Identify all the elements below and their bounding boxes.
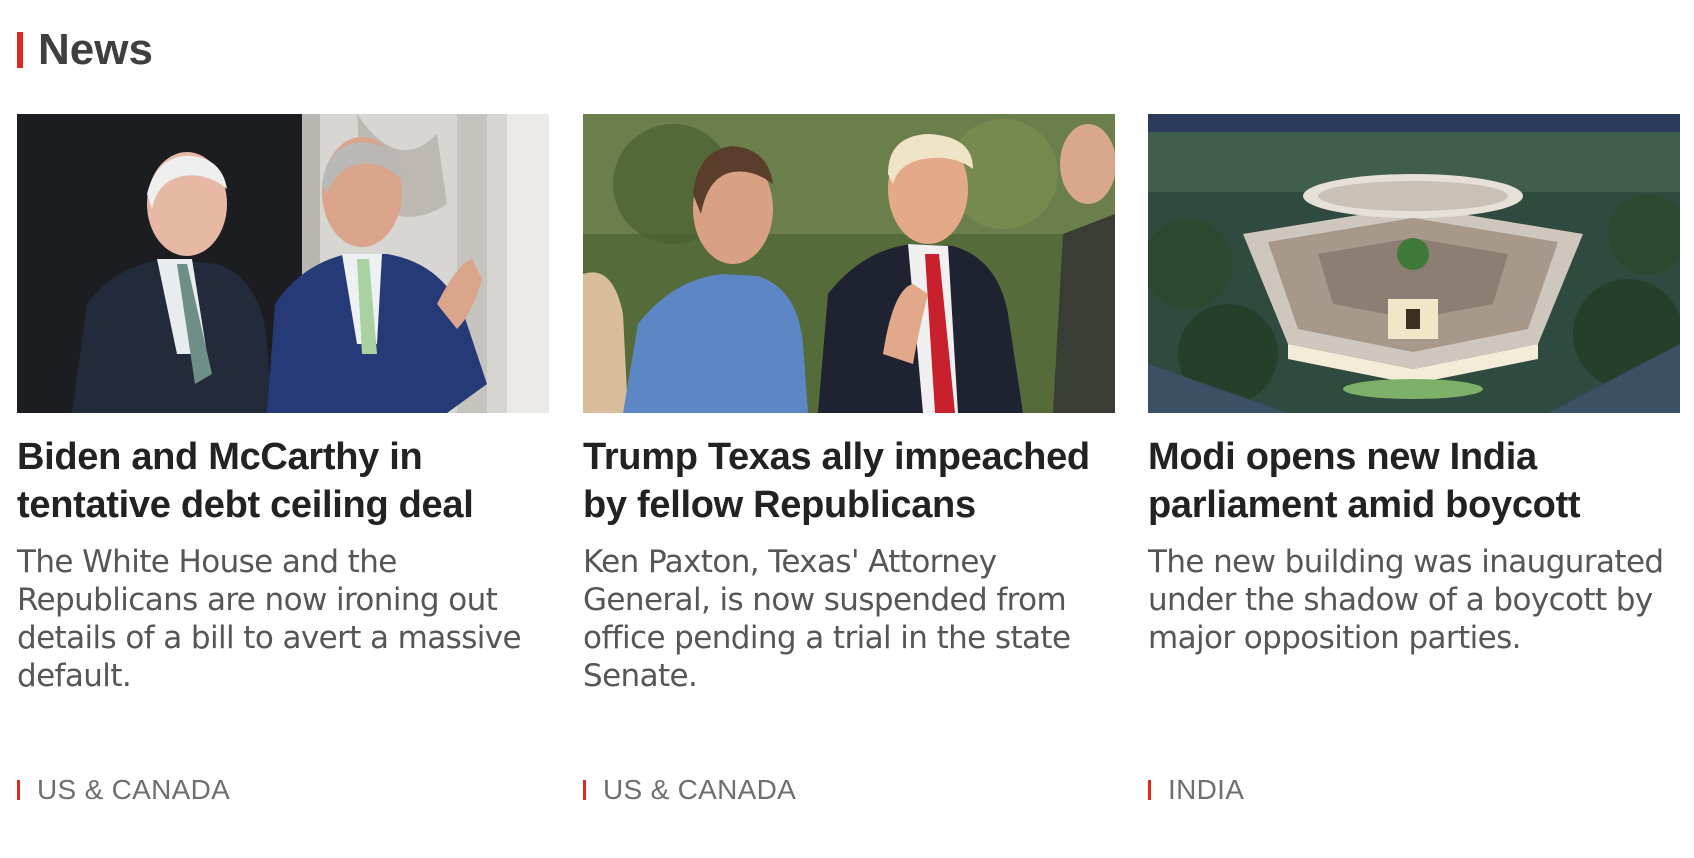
news-tag[interactable]: US & CANADA xyxy=(17,774,230,806)
news-card-link[interactable] xyxy=(17,114,549,413)
section-title[interactable]: News xyxy=(38,25,153,75)
news-summary: Ken Paxton, Texas' Attorney General, is … xyxy=(583,544,1071,694)
tag-label[interactable]: INDIA xyxy=(1168,774,1244,806)
tag-label[interactable]: US & CANADA xyxy=(603,774,796,806)
news-summary: The new building was inaugurated under t… xyxy=(1148,544,1664,656)
tag-accent-bar xyxy=(1148,780,1151,800)
news-card-link[interactable] xyxy=(583,114,1115,413)
tag-accent-bar xyxy=(583,780,586,800)
news-card-link[interactable] xyxy=(1148,114,1680,413)
news-summary: The White House and the Republicans are … xyxy=(17,544,522,694)
news-tag[interactable]: INDIA xyxy=(1148,774,1244,806)
tag-label[interactable]: US & CANADA xyxy=(37,774,230,806)
news-tag[interactable]: US & CANADA xyxy=(583,774,796,806)
news-card: Trump Texas ally impeached by fellow Rep… xyxy=(583,114,1115,814)
news-card: Modi opens new India parliament amid boy… xyxy=(1148,114,1680,814)
news-image[interactable] xyxy=(1148,114,1680,413)
news-image[interactable] xyxy=(583,114,1115,413)
tag-accent-bar xyxy=(17,780,20,800)
news-image[interactable] xyxy=(17,114,549,413)
section-header: News xyxy=(17,25,153,75)
news-card: Biden and McCarthy in tentative debt cei… xyxy=(17,114,549,814)
news-headline[interactable]: Trump Texas ally impeached by fellow Rep… xyxy=(583,433,1115,529)
section-accent-bar xyxy=(17,32,23,68)
news-headline[interactable]: Biden and McCarthy in tentative debt cei… xyxy=(17,433,549,529)
news-headline[interactable]: Modi opens new India parliament amid boy… xyxy=(1148,433,1680,529)
